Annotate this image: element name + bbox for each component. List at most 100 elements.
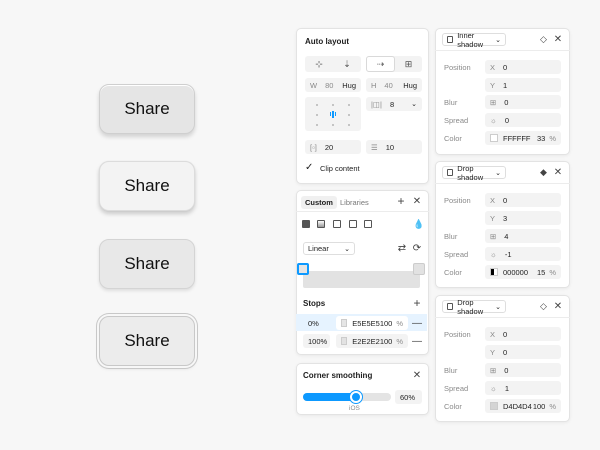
stop-color-swatch[interactable]	[341, 319, 348, 327]
chevron-down-icon: ⌄	[495, 169, 501, 177]
padding-vertical-field[interactable]: ☰ 10	[366, 140, 422, 154]
blur-icon: ⊞	[490, 365, 497, 375]
add-stop-icon[interactable]: +	[412, 296, 422, 310]
shadow-x-field[interactable]: X0	[485, 60, 561, 74]
close-icon[interactable]: ✕	[553, 33, 563, 45]
shadow-color-swatch[interactable]	[490, 134, 498, 142]
shadow-color-field[interactable]: 000000 15 %	[485, 265, 561, 279]
gradient-stop-end[interactable]	[413, 263, 425, 275]
close-icon[interactable]: ✕	[553, 166, 563, 178]
height-mode: Hug	[403, 80, 417, 90]
height-field[interactable]: H 40 Hug	[366, 78, 422, 92]
slider-fill	[303, 393, 356, 401]
position-label: Position	[444, 196, 471, 205]
shadow-type-select[interactable]: Drop shadow ⌄	[442, 298, 506, 316]
wrap-icon[interactable]: ⊹	[305, 56, 333, 72]
spread-label: Spread	[444, 384, 469, 393]
shadow-color-field[interactable]: FFFFFF 33 %	[485, 131, 561, 145]
stop-position-value: 100%	[308, 336, 328, 346]
opacity-drop-icon[interactable]: 💧	[413, 219, 424, 230]
layout-mode-toggle: ⇢ ⊞	[366, 56, 422, 72]
share-button-2[interactable]: Share	[99, 161, 195, 211]
image-fill-icon[interactable]	[349, 220, 357, 228]
solid-fill-icon[interactable]	[302, 220, 310, 228]
shadow-y-field[interactable]: Y3	[485, 211, 561, 225]
remove-stop-icon[interactable]: —	[412, 316, 422, 330]
shadow-y-field[interactable]: Y1	[485, 78, 561, 92]
chevron-down-icon: ⌄	[344, 245, 350, 253]
swap-icon[interactable]: ⇄	[396, 242, 408, 254]
gradient-type-select[interactable]: Linear ⌄	[303, 242, 355, 255]
share-button-3[interactable]: Share	[99, 239, 195, 289]
shadow-color-field[interactable]: D4D4D4 100 %	[485, 399, 561, 413]
share-button-1[interactable]: Share	[99, 84, 195, 134]
stop-color-field[interactable]: E5E5E5 100 %	[336, 316, 408, 330]
shadow-color-hex: 000000	[503, 267, 529, 277]
x-label: X	[490, 195, 496, 205]
radial-gradient-icon[interactable]	[333, 220, 341, 228]
share-button-4[interactable]: Share	[99, 316, 195, 366]
width-field[interactable]: W 80 Hug	[305, 78, 361, 92]
gap-value: 8	[389, 99, 395, 109]
stop-color-swatch[interactable]	[341, 337, 348, 345]
shadow-opacity: 33	[536, 133, 546, 143]
stop-position-field[interactable]: 100%	[303, 334, 330, 348]
vertical-direction-icon[interactable]: ⇣	[333, 56, 361, 72]
padding-horizontal-field[interactable]: [▫] 20	[305, 140, 361, 154]
shadow-spread-field[interactable]: ☼ 0	[485, 113, 561, 127]
stop-position-field[interactable]: 0%	[303, 316, 330, 330]
grid-icon[interactable]: ⊞	[395, 56, 422, 72]
linear-gradient-icon[interactable]	[317, 220, 325, 228]
close-icon[interactable]: ✕	[553, 300, 563, 312]
tab-libraries[interactable]: Libraries	[336, 196, 373, 209]
shadow-spread-field[interactable]: ☼ -1	[485, 247, 561, 261]
shadow-x-field[interactable]: X0	[485, 193, 561, 207]
spread-icon: ☼	[490, 115, 497, 125]
chevron-down-icon: ⌄	[495, 303, 501, 311]
gap-field[interactable]: |◫| 8 ⌄	[366, 97, 422, 111]
video-fill-icon[interactable]	[364, 220, 372, 228]
spread-label: Spread	[444, 116, 469, 125]
shadow-blur-field[interactable]: ⊞ 0	[485, 95, 561, 109]
stop-color-hex: E2E2E2	[352, 336, 380, 346]
spread-label: Spread	[444, 250, 469, 259]
gradient-bar[interactable]	[303, 271, 420, 288]
add-icon[interactable]: +	[396, 194, 406, 208]
close-icon[interactable]: ✕	[412, 195, 422, 207]
shadow-x-field[interactable]: X0	[485, 327, 561, 341]
alignment-center-icon[interactable]	[329, 110, 337, 118]
horizontal-direction-icon[interactable]: ⇢	[366, 56, 395, 72]
opacity-drop-icon[interactable]: ◇	[540, 34, 547, 45]
slider-handle[interactable]	[349, 391, 362, 403]
stop-color-hex: E5E5E5	[352, 318, 380, 328]
shadow-opacity: 100	[532, 401, 546, 411]
corner-smoothing-value-field[interactable]: 60%	[395, 390, 422, 404]
shadow-type-select[interactable]: Inner shadow ⌄	[442, 30, 506, 49]
alignment-grid[interactable]	[305, 97, 361, 131]
shadow-color-swatch[interactable]	[490, 402, 498, 410]
rotate-icon[interactable]: ⟳	[411, 242, 423, 254]
blur-label: Blur	[444, 366, 458, 375]
shadow-opacity-unit: %	[549, 401, 556, 411]
corner-smoothing-slider[interactable]	[303, 391, 391, 403]
shadow-color-swatch[interactable]	[490, 268, 498, 276]
shadow-y-field[interactable]: Y0	[485, 345, 561, 359]
shadow-blur-field[interactable]: ⊞ 0	[485, 363, 561, 377]
padding-horizontal-value: 20	[324, 142, 334, 152]
shadow-spread-field[interactable]: ☼ 1	[485, 381, 561, 395]
blur-value: 0	[504, 97, 509, 107]
shadow-opacity-unit: %	[549, 267, 556, 277]
close-icon[interactable]: ✕	[412, 369, 422, 381]
x-label: X	[490, 62, 496, 72]
gradient-stop-start[interactable]	[297, 263, 309, 275]
shadow-type-select[interactable]: Drop shadow ⌄	[442, 164, 506, 182]
tab-custom[interactable]: Custom	[301, 196, 337, 209]
remove-stop-icon[interactable]: —	[412, 334, 422, 348]
opacity-drop-icon[interactable]: ◇	[540, 301, 547, 312]
shadow-blur-field[interactable]: ⊞ 4	[485, 229, 561, 243]
x-value: 0	[503, 329, 508, 339]
opacity-drop-icon[interactable]: ◆	[540, 167, 547, 178]
clip-content-checkbox[interactable]: ✓	[305, 162, 313, 173]
stop-color-field[interactable]: E2E2E2 100 %	[336, 334, 408, 348]
shadow-type-value: Inner shadow	[457, 30, 484, 49]
